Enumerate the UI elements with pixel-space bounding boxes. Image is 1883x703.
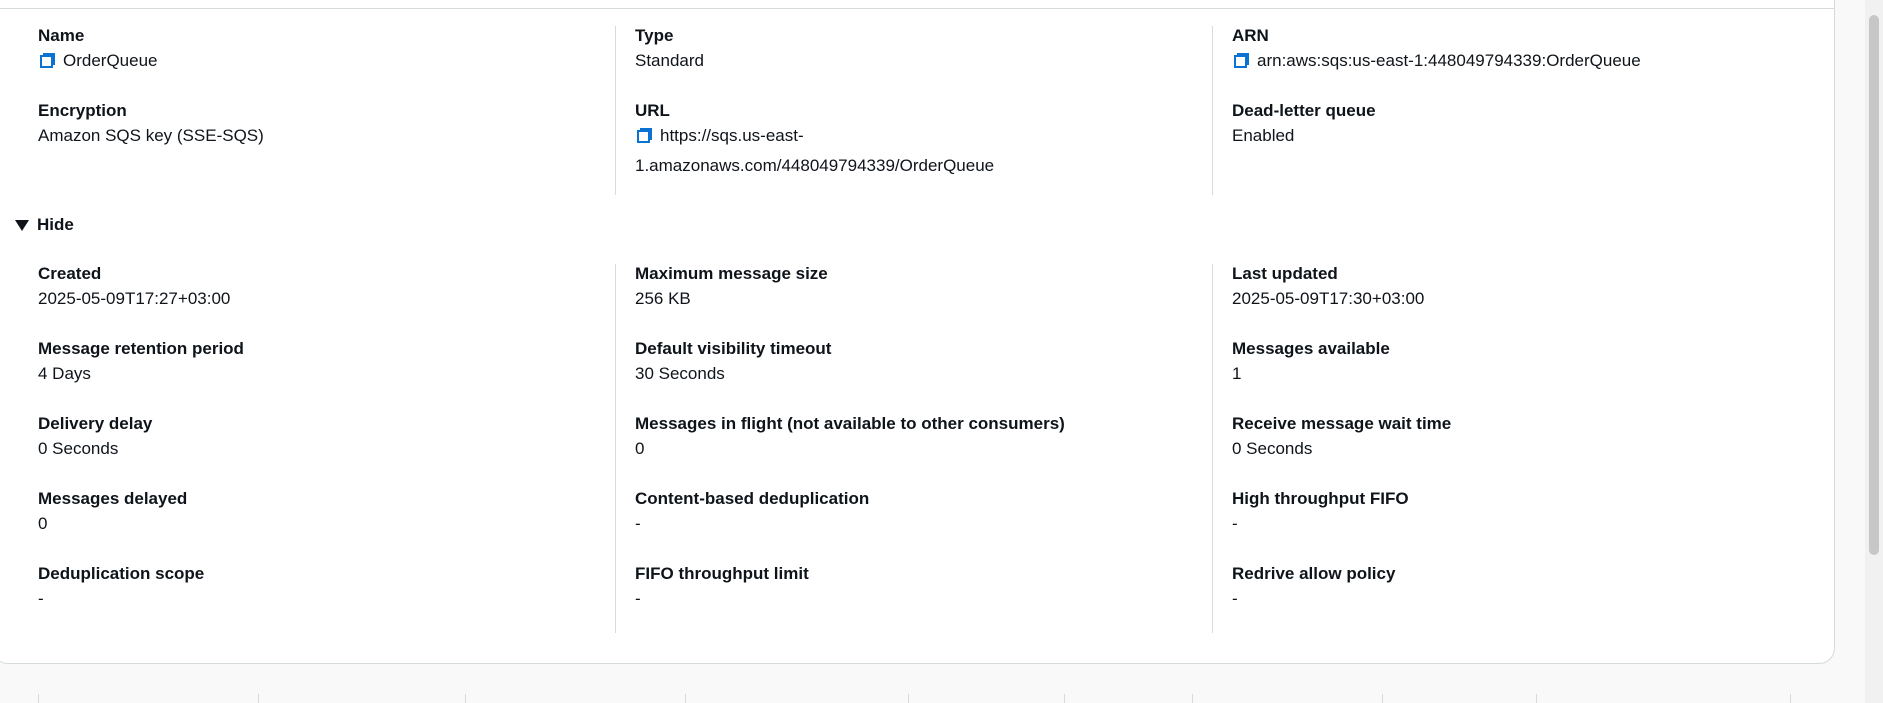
redrive-allow-policy-value: -: [1232, 589, 1238, 608]
retention-field: Message retention period 4 Days: [38, 336, 590, 411]
dead-letter-queue-value: Enabled: [1232, 126, 1295, 145]
messages-in-flight-field: Messages in flight (not available to oth…: [635, 411, 1187, 486]
content-dedup-label: Content-based deduplication: [635, 489, 870, 508]
summary-column-2: Type Standard URL https://sqs.us-east- 1…: [590, 23, 1187, 198]
created-field: Created 2025-05-09T17:27+03:00: [38, 261, 590, 336]
visibility-timeout-value: 30 Seconds: [635, 364, 725, 383]
fifo-throughput-limit-value: -: [635, 589, 641, 608]
column-divider: [38, 694, 39, 703]
column-divider: [1192, 694, 1193, 703]
summary-grid: Name OrderQueue Encryption Amazon SQS ke…: [0, 23, 1836, 198]
created-label: Created: [38, 264, 102, 283]
retention-value: 4 Days: [38, 364, 91, 383]
url-label: URL: [635, 101, 670, 120]
max-message-size-field: Maximum message size 256 KB: [635, 261, 1187, 336]
delivery-delay-label: Delivery delay: [38, 414, 153, 433]
messages-available-value: 1: [1232, 364, 1242, 383]
encryption-value: Amazon SQS key (SSE-SQS): [38, 126, 264, 145]
visibility-timeout-field: Default visibility timeout 30 Seconds: [635, 336, 1187, 411]
content-dedup-value: -: [635, 514, 641, 533]
content-dedup-field: Content-based deduplication -: [635, 486, 1187, 561]
name-field: Name OrderQueue: [38, 23, 590, 98]
details-column-1: Created 2025-05-09T17:27+03:00 Message r…: [0, 261, 590, 636]
column-divider: [1064, 694, 1065, 703]
summary-column-3: ARN arn:aws:sqs:us-east-1:448049794339:O…: [1187, 23, 1784, 198]
arn-value-text: arn:aws:sqs:us-east-1:448049794339:Order…: [1257, 51, 1641, 70]
details-grid: Created 2025-05-09T17:27+03:00 Message r…: [0, 261, 1836, 636]
last-updated-value: 2025-05-09T17:30+03:00: [1232, 289, 1425, 308]
retention-label: Message retention period: [38, 339, 244, 358]
url-value: https://sqs.us-east- 1.amazonaws.com/448…: [635, 123, 1187, 178]
created-value: 2025-05-09T17:27+03:00: [38, 289, 231, 308]
delivery-delay-field: Delivery delay 0 Seconds: [38, 411, 590, 486]
dead-letter-queue-field: Dead-letter queue Enabled: [1232, 98, 1784, 173]
column-divider: [258, 694, 259, 703]
messages-in-flight-value: 0: [635, 439, 645, 458]
max-message-size-label: Maximum message size: [635, 264, 828, 283]
receive-wait-time-value: 0 Seconds: [1232, 439, 1313, 458]
delivery-delay-value: 0 Seconds: [38, 439, 119, 458]
url-value-line-2: 1.amazonaws.com/448049794339/OrderQueue: [635, 156, 995, 175]
column-divider: [908, 694, 909, 703]
visibility-timeout-label: Default visibility timeout: [635, 339, 832, 358]
messages-delayed-value: 0: [38, 514, 48, 533]
hide-details-label: Hide: [37, 215, 74, 234]
copy-icon[interactable]: [635, 126, 655, 146]
details-column-3: Last updated 2025-05-09T17:30+03:00 Mess…: [1187, 261, 1784, 636]
name-value: OrderQueue: [38, 48, 158, 73]
redrive-allow-policy-field: Redrive allow policy -: [1232, 561, 1784, 636]
column-divider: [465, 694, 466, 703]
url-value-line-1: https://sqs.us-east-: [660, 126, 804, 145]
last-updated-field: Last updated 2025-05-09T17:30+03:00: [1232, 261, 1784, 336]
fifo-throughput-limit-field: FIFO throughput limit -: [635, 561, 1187, 636]
dedup-scope-value: -: [38, 589, 44, 608]
table-header-divider-strip: [0, 694, 1865, 703]
copy-icon[interactable]: [1232, 51, 1252, 71]
column-divider: [1536, 694, 1537, 703]
type-label: Type: [635, 26, 674, 45]
column-divider: [685, 694, 686, 703]
arn-label: ARN: [1232, 26, 1269, 45]
arn-value: arn:aws:sqs:us-east-1:448049794339:Order…: [1232, 48, 1641, 73]
queue-details-panel: Name OrderQueue Encryption Amazon SQS ke…: [0, 0, 1835, 664]
column-divider: [1382, 694, 1383, 703]
panel-top-divider: [0, 8, 1834, 9]
details-column-2: Maximum message size 256 KB Default visi…: [590, 261, 1187, 636]
messages-delayed-field: Messages delayed 0: [38, 486, 590, 561]
messages-in-flight-label: Messages in flight (not available to oth…: [635, 414, 1065, 433]
copy-icon[interactable]: [38, 51, 58, 71]
caret-down-icon: [15, 219, 29, 231]
dead-letter-queue-label: Dead-letter queue: [1232, 101, 1376, 120]
scrollbar-thumb[interactable]: [1869, 15, 1879, 555]
last-updated-label: Last updated: [1232, 264, 1338, 283]
high-throughput-fifo-value: -: [1232, 514, 1238, 533]
name-value-text: OrderQueue: [63, 51, 158, 70]
type-field: Type Standard: [635, 23, 1187, 98]
fifo-throughput-limit-label: FIFO throughput limit: [635, 564, 809, 583]
arn-field: ARN arn:aws:sqs:us-east-1:448049794339:O…: [1232, 23, 1784, 98]
encryption-field: Encryption Amazon SQS key (SSE-SQS): [38, 98, 590, 173]
messages-available-field: Messages available 1: [1232, 336, 1784, 411]
vertical-scrollbar[interactable]: [1865, 0, 1883, 703]
column-divider: [1790, 694, 1791, 703]
messages-delayed-label: Messages delayed: [38, 489, 188, 508]
type-value: Standard: [635, 51, 704, 70]
redrive-allow-policy-label: Redrive allow policy: [1232, 564, 1396, 583]
receive-wait-time-field: Receive message wait time 0 Seconds: [1232, 411, 1784, 486]
high-throughput-fifo-field: High throughput FIFO -: [1232, 486, 1784, 561]
url-field: URL https://sqs.us-east- 1.amazonaws.com…: [635, 98, 1187, 198]
receive-wait-time-label: Receive message wait time: [1232, 414, 1452, 433]
dedup-scope-field: Deduplication scope -: [38, 561, 590, 636]
name-label: Name: [38, 26, 85, 45]
messages-available-label: Messages available: [1232, 339, 1390, 358]
high-throughput-fifo-label: High throughput FIFO: [1232, 489, 1409, 508]
max-message-size-value: 256 KB: [635, 289, 691, 308]
hide-details-toggle[interactable]: Hide: [15, 212, 74, 237]
dedup-scope-label: Deduplication scope: [38, 564, 205, 583]
encryption-label: Encryption: [38, 101, 127, 120]
url-first-line: https://sqs.us-east-: [635, 123, 804, 148]
summary-column-1: Name OrderQueue Encryption Amazon SQS ke…: [0, 23, 590, 198]
